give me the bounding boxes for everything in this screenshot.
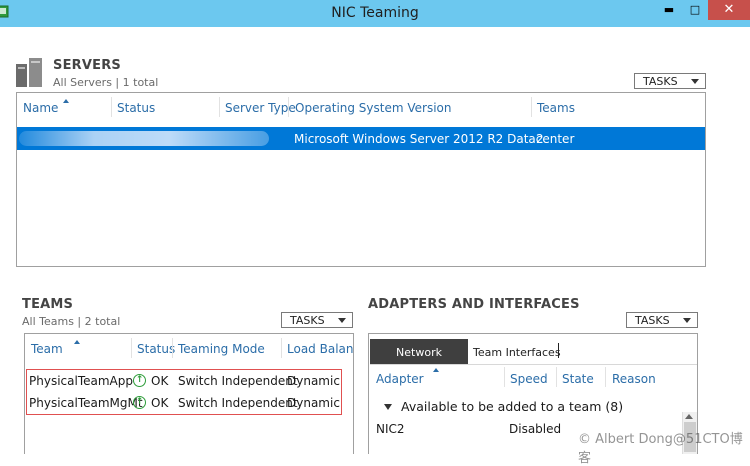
servers-icon	[16, 58, 42, 87]
adapter-state: Disabled	[509, 422, 562, 436]
adapters-col-speed[interactable]: Speed	[510, 372, 548, 386]
chevron-down-icon	[683, 318, 691, 323]
chevron-down-icon	[691, 79, 699, 84]
servers-tasks-label: TASKS	[643, 75, 678, 88]
adapters-title: ADAPTERS AND INTERFACES	[368, 297, 580, 312]
servers-col-name[interactable]: Name	[23, 101, 58, 115]
team-status: OK	[151, 374, 169, 388]
column-divider	[111, 97, 112, 117]
servers-col-status[interactable]: Status	[117, 101, 155, 115]
column-divider	[605, 367, 606, 387]
team-mode: Switch Independent	[178, 396, 298, 410]
servers-grid[interactable]: Name Status Server Type Operating System…	[16, 92, 706, 267]
tab-network-adapters[interactable]: Network Adapters	[370, 339, 468, 386]
teams-col-team[interactable]: Team	[31, 342, 63, 356]
server-teams-count: 2	[536, 132, 544, 146]
window-title: NIC Teaming	[331, 5, 419, 21]
teams-col-status[interactable]: Status	[137, 342, 175, 356]
team-name: PhysicalTeamApp	[29, 374, 133, 388]
sort-ascending-icon	[433, 368, 439, 372]
group-label: Available to be added to a team (8)	[401, 399, 624, 414]
servers-title: SERVERS	[53, 58, 121, 73]
maximize-button[interactable]: □	[682, 0, 708, 20]
minimize-button[interactable]: ▬	[656, 0, 682, 20]
column-divider	[531, 97, 532, 117]
server-os-version: Microsoft Windows Server 2012 R2 Datacen…	[294, 132, 575, 146]
adapters-tasks-dropdown[interactable]: TASKS	[626, 312, 698, 328]
adapters-col-adapter[interactable]: Adapter	[376, 372, 424, 386]
adapter-name: NIC2	[376, 422, 405, 436]
column-divider	[131, 338, 132, 358]
column-divider	[172, 338, 173, 358]
teams-tasks-label: TASKS	[290, 314, 325, 327]
teams-col-load-balancing[interactable]: Load Balancing	[287, 342, 353, 356]
column-divider	[281, 338, 282, 358]
servers-col-teams[interactable]: Teams	[537, 101, 575, 115]
team-load-balancing: Dynamic	[287, 396, 340, 410]
column-divider	[219, 97, 220, 117]
sort-ascending-icon	[74, 340, 80, 344]
ok-check-icon: ↑	[133, 374, 146, 387]
watermark: © Albert Dong@51CTO博客	[578, 432, 743, 466]
column-divider	[556, 367, 557, 387]
adapters-col-state[interactable]: State	[562, 372, 594, 386]
column-divider	[288, 97, 289, 117]
team-mode: Switch Independent	[178, 374, 298, 388]
redacted-server-name	[19, 131, 269, 146]
scroll-up-icon[interactable]	[685, 414, 693, 419]
expand-triangle-icon[interactable]	[384, 404, 392, 410]
servers-col-os-version[interactable]: Operating System Version	[295, 101, 452, 115]
title-bar: NIC Teaming	[0, 0, 750, 27]
adapters-group-header[interactable]: Available to be added to a team (8)	[369, 396, 679, 416]
team-name: PhysicalTeamMgMt	[29, 396, 143, 410]
adapters-col-reason[interactable]: Reason	[612, 372, 656, 386]
teams-tasks-dropdown[interactable]: TASKS	[281, 312, 353, 328]
text-cursor	[558, 343, 559, 358]
teams-col-mode[interactable]: Teaming Mode	[178, 342, 265, 356]
teams-title: TEAMS	[22, 297, 74, 312]
teams-grid[interactable]: Team Status Teaming Mode Load Balancing …	[24, 333, 354, 454]
table-row[interactable]: PhysicalTeamMgMt ↑ OK Switch Independent…	[25, 394, 341, 414]
team-load-balancing: Dynamic	[287, 374, 340, 388]
column-divider	[504, 367, 505, 387]
server-row[interactable]: Microsoft Windows Server 2012 R2 Datacen…	[17, 127, 705, 150]
teams-subtitle: All Teams | 2 total	[22, 315, 121, 328]
servers-col-server-type[interactable]: Server Type	[225, 101, 296, 115]
servers-tasks-dropdown[interactable]: TASKS	[634, 73, 706, 89]
team-status: OK	[151, 396, 169, 410]
close-button[interactable]: ✕	[708, 0, 750, 20]
adapters-tasks-label: TASKS	[635, 314, 670, 327]
ok-check-icon: ↑	[133, 396, 146, 409]
servers-subtitle: All Servers | 1 total	[53, 76, 159, 89]
table-row[interactable]: PhysicalTeamApp ↑ OK Switch Independent …	[25, 372, 341, 392]
chevron-down-icon	[338, 318, 346, 323]
tab-team-interfaces[interactable]: Team Interfaces	[473, 339, 561, 364]
grid-divider	[370, 364, 697, 365]
sort-ascending-icon	[63, 99, 69, 103]
